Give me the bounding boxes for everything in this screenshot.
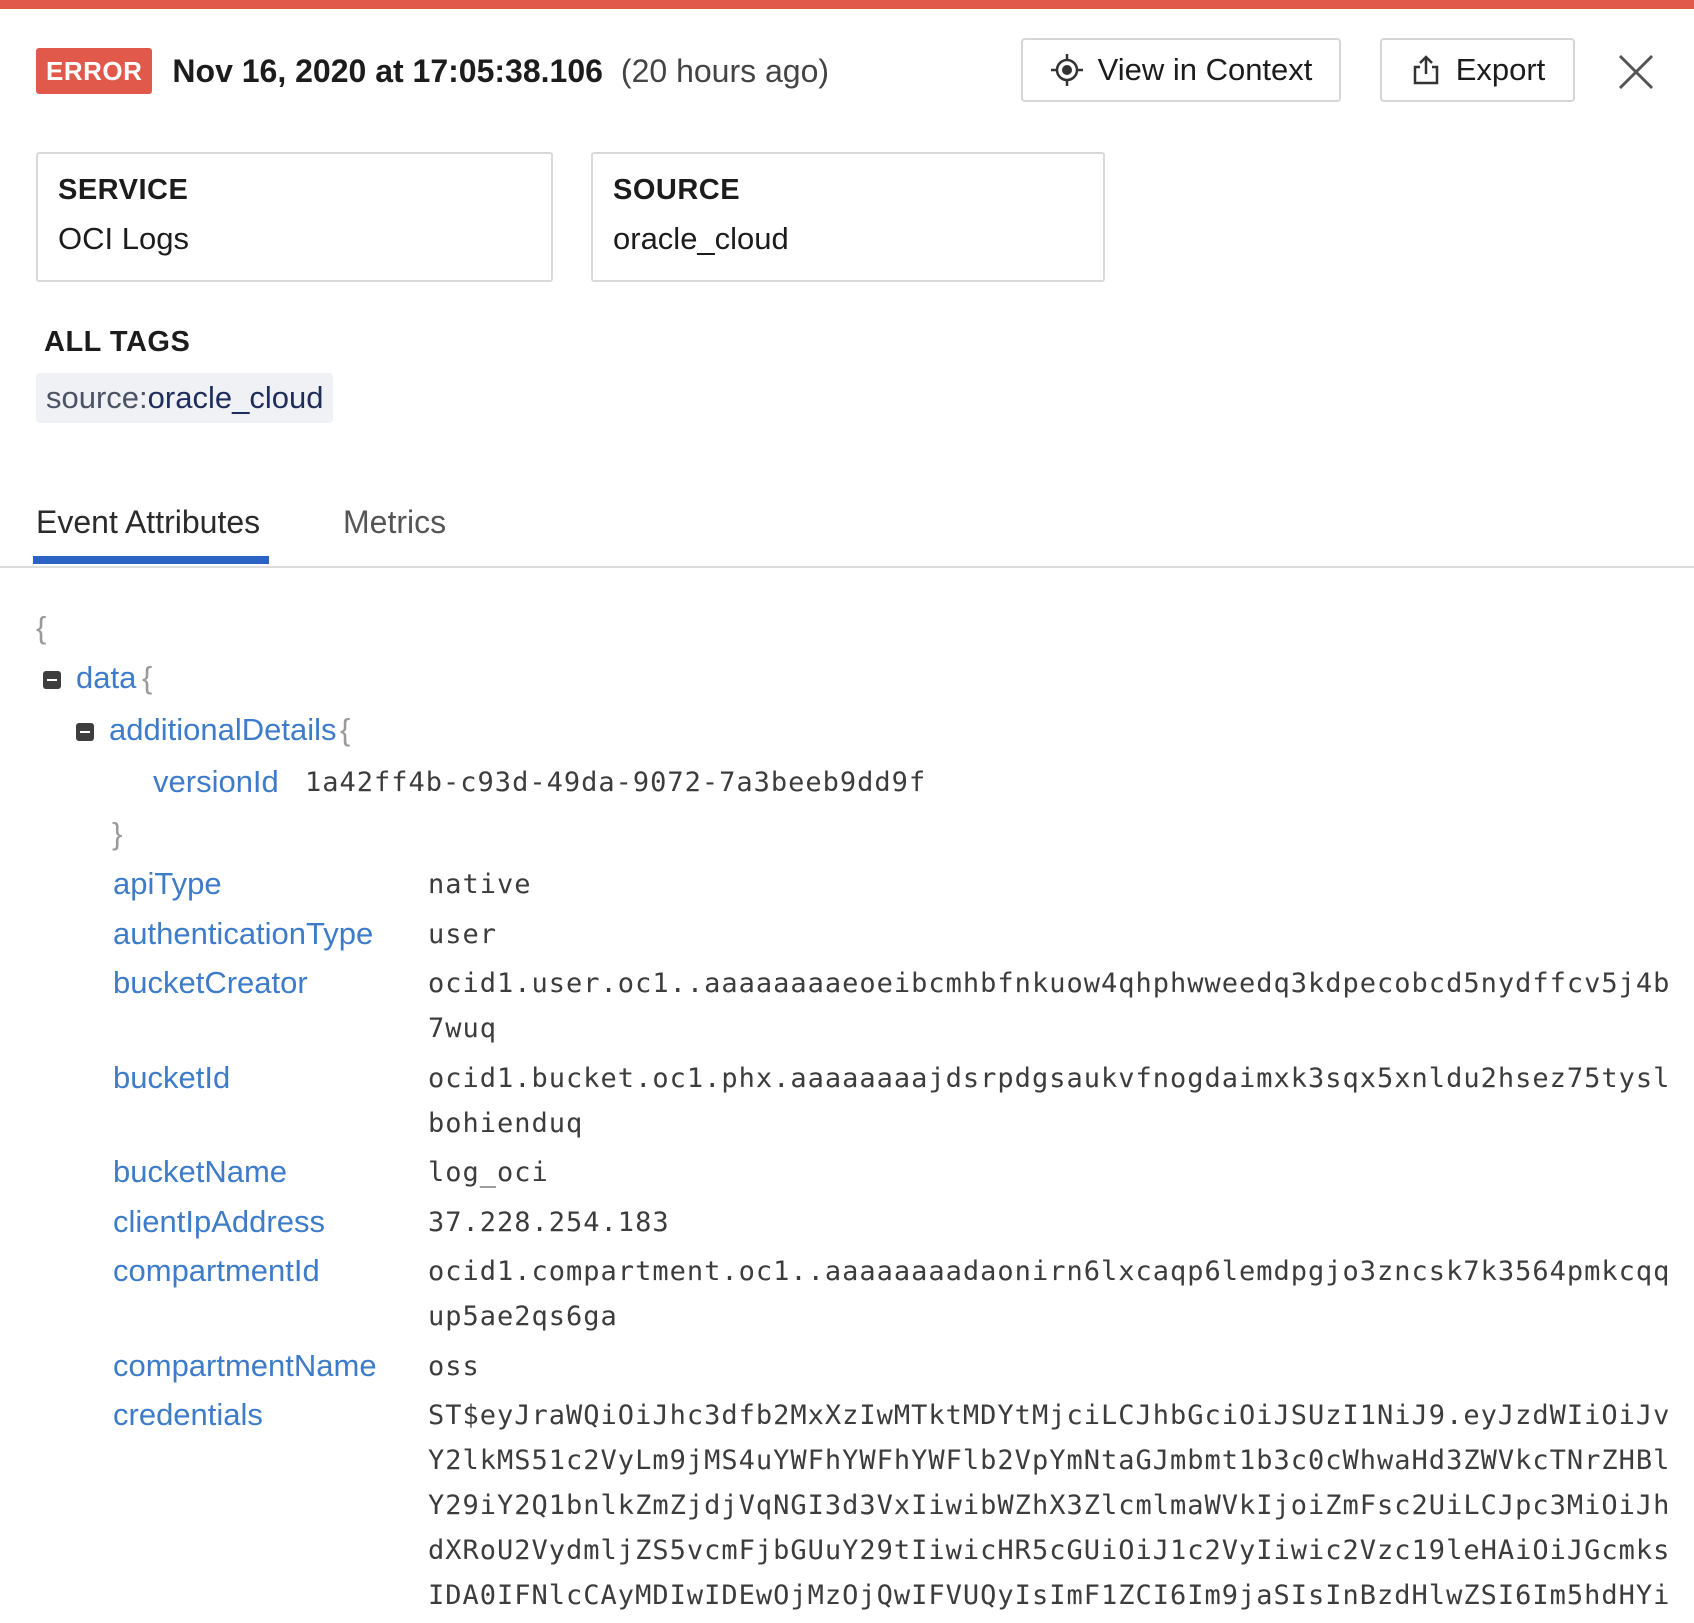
export-label: Export [1455,52,1546,87]
status-badge: ERROR [36,48,153,94]
attr-key-compartmentId[interactable]: compartmentId [113,1253,320,1289]
attr-value-bucketId-line2[interactable]: bohienduq [428,1101,583,1146]
log-timestamp: Nov 16, 2020 at 17:05:38.106 [172,52,603,89]
attr-value-credentials-line2[interactable]: Y2lkMS51c2VyLm9jMS4uYWFhYWFhYWFlb2VpYmNt… [428,1438,1670,1483]
error-status-bar [0,0,1694,9]
attr-key-authenticationType[interactable]: authenticationType [113,916,373,952]
attr-value-bucketName[interactable]: log_oci [428,1150,549,1195]
attr-key-compartmentName[interactable]: compartmentName [113,1348,377,1384]
collapse-data-icon[interactable] [43,671,61,689]
attr-value-bucketCreator-line2[interactable]: 7wuq [428,1006,497,1051]
attr-value-credentials-line3[interactable]: Y29iY2Q1bnlkZmZjdjVqNGI3d3VxIiwibWZhX3Zl… [428,1483,1670,1528]
attr-value-bucketCreator-line1[interactable]: ocid1.user.oc1..aaaaaaaaeoeibcmhbfnkuow4… [428,961,1670,1006]
attr-key-apiType[interactable]: apiType [113,866,222,902]
attr-value-authenticationType[interactable]: user [428,912,497,957]
data-open-brace: { [142,660,153,695]
attr-value-versionId[interactable]: 1a42ff4b-c93d-49da-9072-7a3beeb9dd9f [305,760,926,805]
crosshair-icon [1050,54,1083,86]
collapse-additional-details-icon[interactable] [76,723,94,741]
tag-value: oracle_cloud [147,380,324,415]
root-open-brace: { [36,610,47,645]
data-key[interactable]: data [76,660,136,696]
log-header: ERROR Nov 16, 2020 at 17:05:38.106 (20 h… [36,47,829,95]
attr-key-bucketName[interactable]: bucketName [113,1154,287,1190]
attr-key-credentials[interactable]: credentials [113,1397,263,1433]
export-button[interactable]: Export [1380,38,1575,102]
view-in-context-button[interactable]: View in Context [1021,38,1341,102]
export-icon [1413,55,1438,85]
tab-event-attributes[interactable]: Event Attributes [36,504,260,541]
attr-key-bucketId[interactable]: bucketId [113,1060,230,1096]
additional-details-close-brace: } [112,816,123,851]
attr-value-compartmentName[interactable]: oss [428,1344,480,1389]
attr-value-credentials-line4[interactable]: dXRoU2VydmljZS5vcmFjbGUuY29tIiwicHR5cGUi… [428,1528,1670,1573]
source-card: SOURCE oracle_cloud [591,152,1105,282]
source-label: SOURCE [613,174,741,206]
attr-value-clientIpAddress[interactable]: 37.228.254.183 [428,1200,670,1245]
active-tab-indicator [33,556,269,564]
attr-value-credentials-line1[interactable]: ST$eyJraWQiOiJhc3dfb2MxXzIwMTktMDYtMjciL… [428,1393,1670,1438]
additional-details-open-brace: { [340,712,351,747]
source-value: oracle_cloud [613,221,789,256]
view-in-context-label: View in Context [1097,52,1313,87]
attr-key-clientIpAddress[interactable]: clientIpAddress [113,1204,325,1240]
attr-value-compartmentId-line2[interactable]: up5ae2qs6ga [428,1294,618,1339]
tag-chip[interactable]: source: oracle_cloud [36,373,334,423]
attr-key-bucketCreator[interactable]: bucketCreator [113,965,308,1001]
service-card: SERVICE OCI Logs [36,152,553,282]
tag-key: source: [46,380,148,415]
attr-key-versionId[interactable]: versionId [153,764,279,800]
attr-value-compartmentId-line1[interactable]: ocid1.compartment.oc1..aaaaaaaadaonirn6l… [428,1249,1670,1294]
close-icon[interactable] [1614,50,1658,94]
tab-metrics[interactable]: Metrics [343,504,446,541]
service-label: SERVICE [58,174,189,206]
tab-bar: Event Attributes Metrics [0,490,1694,568]
attr-value-apiType[interactable]: native [428,862,532,907]
relative-time: (20 hours ago) [620,52,830,89]
additional-details-key[interactable]: additionalDetails [109,712,336,748]
all-tags-title: ALL TAGS [44,326,191,358]
attr-value-credentials-line5[interactable]: IDA0IFNlcCAyMDIwIDEwOjMzOjQwIFVUQyIsImF1… [428,1573,1670,1618]
service-value: OCI Logs [58,221,189,256]
attr-value-bucketId-line1[interactable]: ocid1.bucket.oc1.phx.aaaaaaaajdsrpdgsauk… [428,1056,1670,1101]
